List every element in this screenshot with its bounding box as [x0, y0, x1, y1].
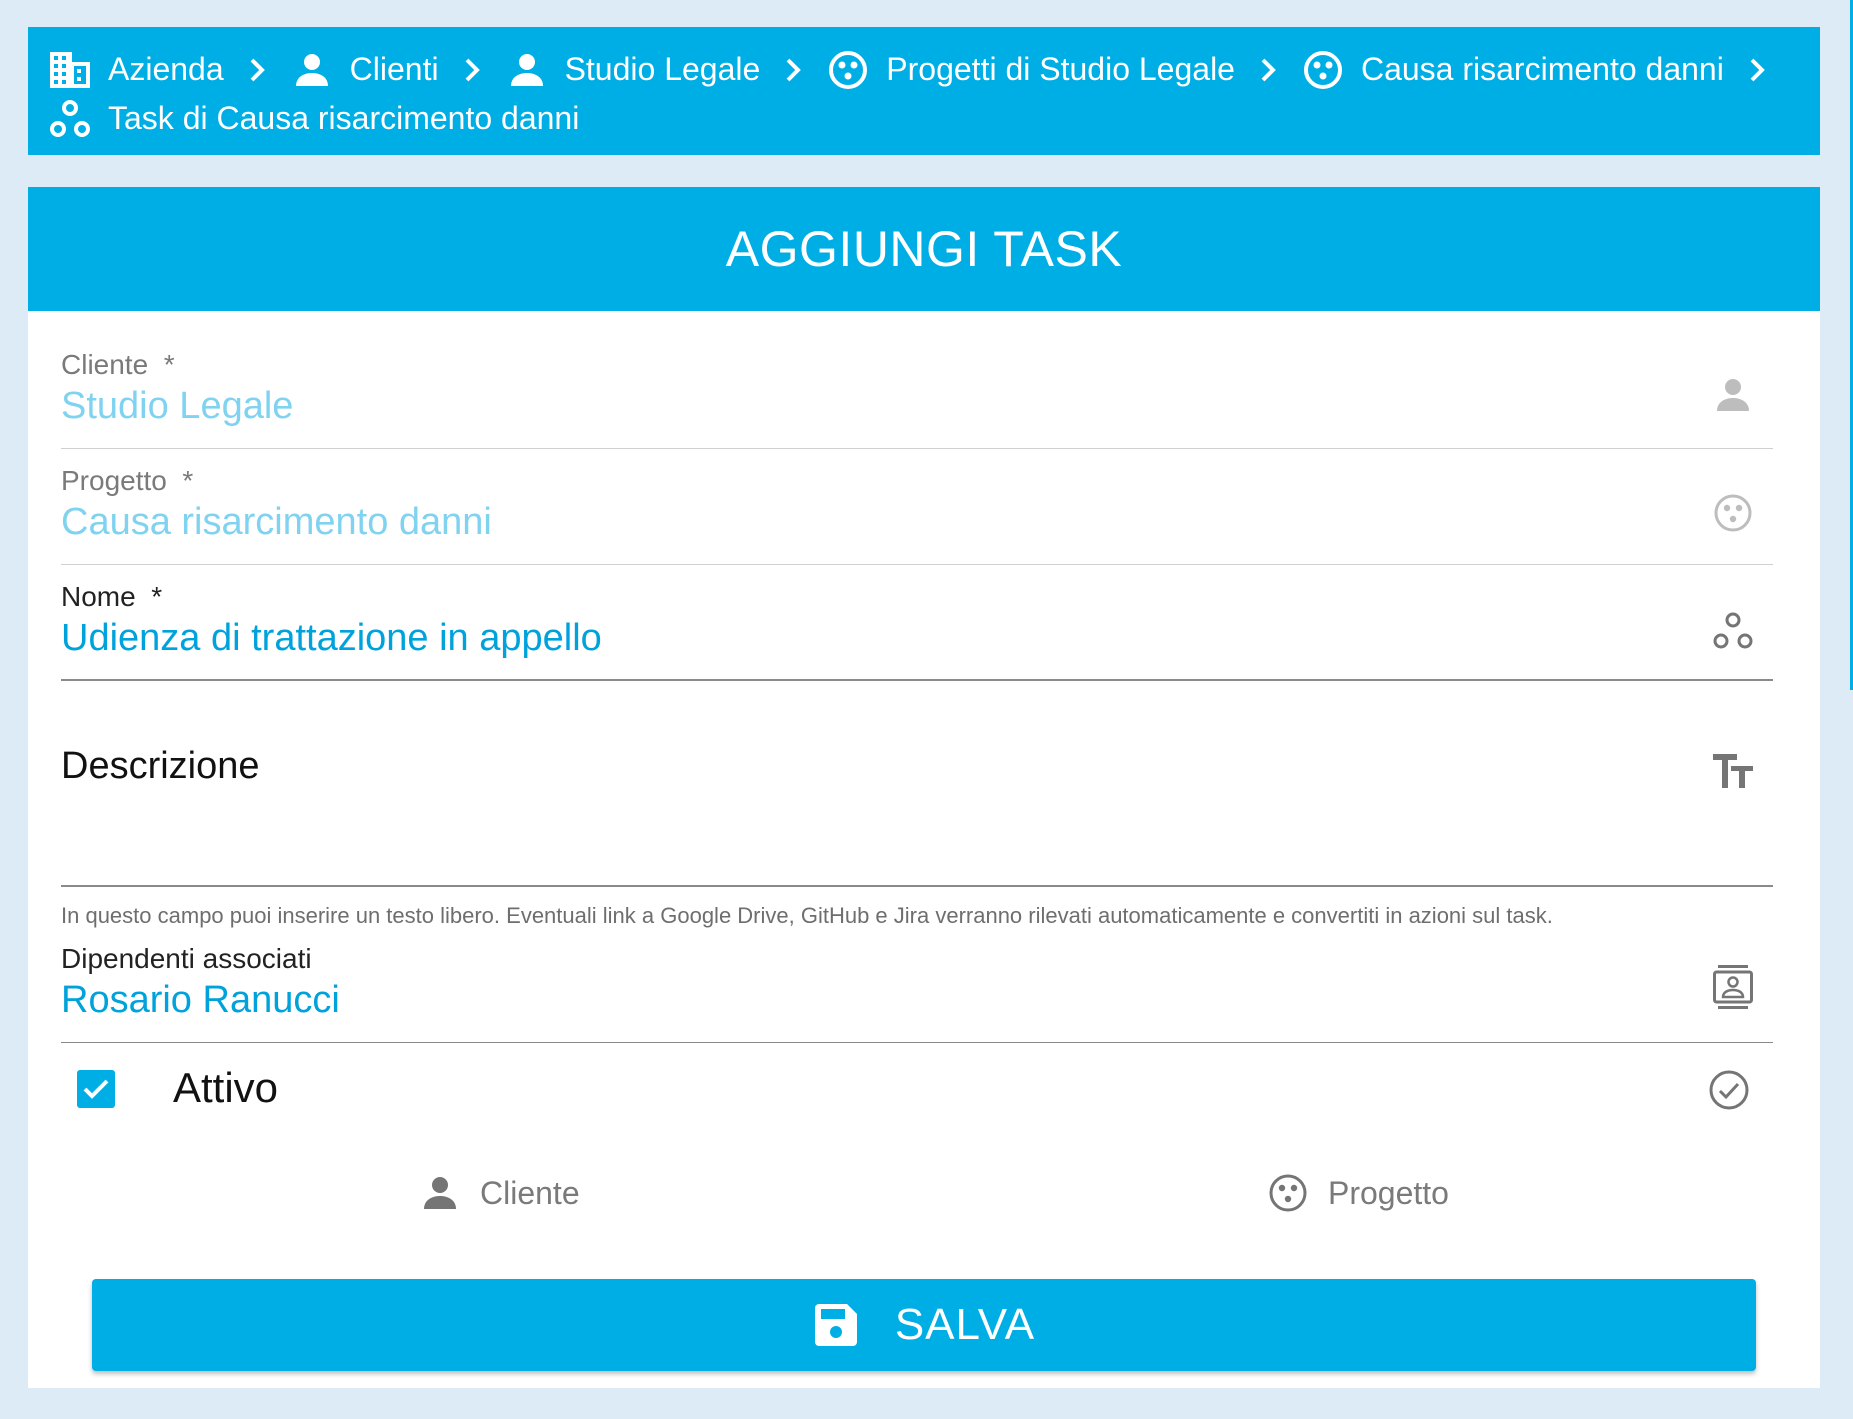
person-icon — [418, 1171, 462, 1215]
descrizione-label: Descrizione — [61, 745, 260, 787]
breadcrumb-item-azienda[interactable]: Azienda — [48, 48, 224, 92]
cliente-label: Cliente * — [61, 349, 175, 380]
nome-label: Nome * — [61, 581, 163, 612]
field-underline — [61, 564, 1773, 565]
attivo-row: Attivo — [61, 1050, 1773, 1130]
breadcrumb-line-2: Task di Causa risarcimento danni — [48, 94, 1800, 143]
progetto-value: Causa risarcimento danni — [61, 501, 492, 543]
attivo-label: Attivo — [173, 1064, 279, 1111]
field-underline — [61, 679, 1773, 681]
breadcrumb: Azienda Clienti Studio Legale Progetti d… — [28, 27, 1820, 155]
page-title: AGGIUNGI TASK — [28, 187, 1820, 311]
chevron-right-icon — [453, 50, 493, 90]
person-icon — [505, 48, 549, 92]
attivo-checkbox[interactable] — [77, 1070, 115, 1108]
breadcrumb-item-studio-legale[interactable]: Studio Legale — [505, 48, 761, 92]
bubbles-icon — [48, 97, 92, 141]
breadcrumb-item-progetti[interactable]: Progetti di Studio Legale — [826, 48, 1235, 92]
chevron-right-icon — [238, 50, 278, 90]
cliente-field[interactable]: Cliente * Studio Legale — [61, 339, 1773, 449]
breadcrumb-item-task[interactable]: Task di Causa risarcimento danni — [48, 97, 579, 141]
chevron-right-icon — [1738, 50, 1778, 90]
contacts-icon — [1711, 965, 1755, 1009]
save-label: SALVA — [894, 1300, 1036, 1349]
breadcrumb-label: Clienti — [349, 51, 439, 87]
tab-label: Cliente — [480, 1174, 580, 1211]
project-icon — [1266, 1171, 1310, 1215]
breadcrumb-label: Azienda — [108, 51, 224, 87]
person-icon — [1711, 373, 1755, 417]
field-underline — [61, 1042, 1773, 1043]
cliente-value: Studio Legale — [61, 385, 294, 427]
breadcrumb-item-clienti[interactable]: Clienti — [290, 48, 439, 92]
project-icon — [826, 48, 870, 92]
descrizione-field[interactable]: Descrizione — [61, 707, 1773, 887]
breadcrumb-line-1: Azienda Clienti Studio Legale Progetti d… — [48, 45, 1800, 94]
check-circle-icon — [1707, 1068, 1751, 1112]
building-icon — [48, 48, 92, 92]
descrizione-hint: In questo campo puoi inserire un testo l… — [61, 903, 1553, 928]
breadcrumb-label: Task di Causa risarcimento danni — [108, 100, 580, 136]
person-icon — [290, 48, 334, 92]
tab-label: Progetto — [1328, 1174, 1449, 1211]
text-format-icon — [1711, 749, 1755, 793]
project-icon — [1301, 48, 1345, 92]
dipendenti-select[interactable]: Rosario Ranucci — [61, 979, 340, 1022]
floppy-icon — [813, 1302, 859, 1348]
nome-field[interactable]: Nome * Udienza di trattazione in appello — [61, 571, 1773, 681]
dipendenti-label: Dipendenti associati — [61, 943, 312, 974]
breadcrumb-label: Progetti di Studio Legale — [886, 51, 1235, 87]
dipendenti-field[interactable]: Dipendenti associati Rosario Ranucci — [61, 933, 1773, 1043]
field-underline — [61, 885, 1773, 887]
nome-input[interactable]: Udienza di trattazione in appello — [61, 617, 602, 660]
progetto-label: Progetto * — [61, 465, 194, 496]
chevron-right-icon — [774, 50, 814, 90]
breadcrumb-label: Studio Legale — [564, 51, 761, 87]
project-icon — [1711, 491, 1755, 535]
breadcrumb-label: Causa risarcimento danni — [1360, 51, 1724, 87]
add-task-card: AGGIUNGI TASK Cliente * Studio Legale Pr… — [28, 187, 1820, 1388]
chevron-right-icon — [1249, 50, 1289, 90]
progetto-field[interactable]: Progetto * Causa risarcimento danni — [61, 455, 1773, 565]
tab-cliente[interactable]: Cliente — [418, 1163, 580, 1223]
tab-progetto[interactable]: Progetto — [1266, 1163, 1449, 1223]
breadcrumb-item-causa[interactable]: Causa risarcimento danni — [1301, 48, 1724, 92]
bubbles-icon — [1711, 609, 1755, 653]
field-underline — [61, 448, 1773, 449]
save-button[interactable]: SALVA — [92, 1279, 1756, 1371]
